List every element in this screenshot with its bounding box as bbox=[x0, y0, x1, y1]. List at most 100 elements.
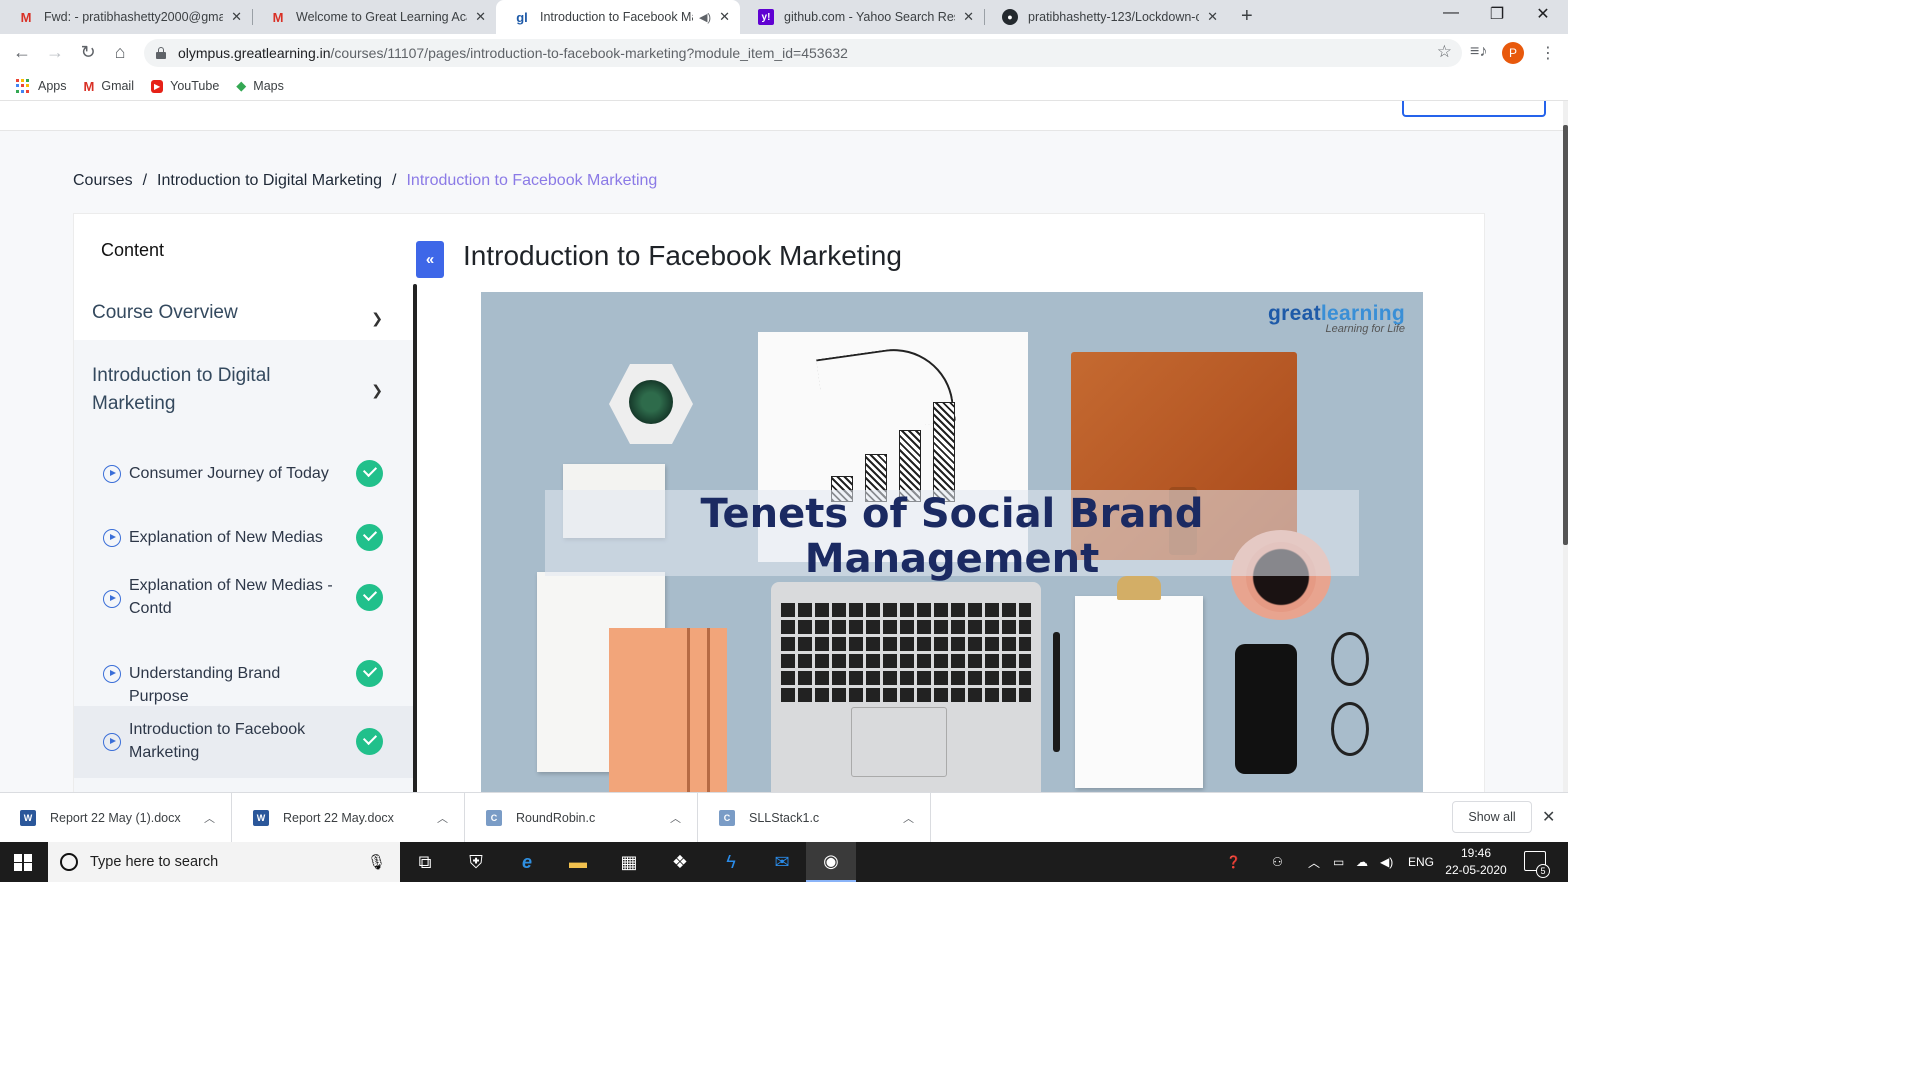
clock-time: 19:46 bbox=[1460, 846, 1492, 860]
close-tab-icon[interactable]: ✕ bbox=[1207, 9, 1218, 25]
forward-icon[interactable]: → bbox=[44, 42, 66, 63]
glasses-image bbox=[1331, 702, 1369, 756]
greatlearning-logo: greatlearning Learning for Life bbox=[1268, 302, 1405, 335]
lesson-item[interactable]: Consumer Journey of Today bbox=[74, 450, 413, 498]
chevron-down-icon[interactable]: ❯ bbox=[371, 304, 383, 332]
breadcrumb-courses[interactable]: Courses bbox=[73, 172, 133, 190]
collapse-sidebar-button[interactable]: « bbox=[416, 241, 444, 278]
video-slide[interactable]: Tenets of Social Brand Management greatl… bbox=[481, 292, 1423, 792]
tab-facebook-marketing[interactable]: gl Introduction to Facebook Ma ◀) ✕ bbox=[496, 0, 740, 34]
lesson-item[interactable]: Explanation of New Medias bbox=[74, 514, 413, 562]
tab-yahoo-search[interactable]: y! github.com - Yahoo Search Resul ✕ bbox=[740, 0, 984, 34]
download-item[interactable]: W Report 22 May (1).docx ︿ bbox=[0, 793, 232, 843]
chevron-up-icon[interactable]: ︿ bbox=[437, 810, 448, 826]
chevron-up-icon[interactable]: ❯ bbox=[371, 376, 383, 404]
minimize-icon[interactable]: — bbox=[1428, 4, 1474, 22]
greatlearning-icon: gl bbox=[516, 9, 528, 25]
logo-brand-accent: learning bbox=[1320, 302, 1405, 325]
browser-tab-strip: M Fwd: - pratibhashetty2000@gma ✕ M Welc… bbox=[0, 0, 1568, 34]
lesson-item-active[interactable]: Introduction to Facebook Marketing bbox=[74, 706, 413, 778]
cortana-icon[interactable] bbox=[60, 853, 78, 871]
succulent-image bbox=[629, 380, 673, 424]
speaker-icon[interactable]: ◀) bbox=[699, 11, 711, 24]
show-hidden-icons-icon[interactable]: ︿ bbox=[1308, 842, 1320, 882]
taskbar-search-box[interactable]: Type here to search 🎙 bbox=[48, 842, 400, 882]
tab-title: Introduction to Facebook Ma bbox=[540, 10, 693, 24]
network-icon[interactable]: ☁ bbox=[1356, 842, 1368, 882]
tab-title: Welcome to Great Learning Acad bbox=[296, 10, 468, 24]
yahoo-icon: y! bbox=[758, 9, 774, 25]
internet-explorer-icon[interactable]: e bbox=[502, 842, 552, 882]
address-bar[interactable]: olympus.greatlearning.in/courses/11107/p… bbox=[144, 39, 1462, 67]
chevron-up-icon[interactable]: ︿ bbox=[670, 810, 681, 826]
profile-avatar[interactable]: P bbox=[1502, 42, 1524, 64]
home-icon[interactable]: ⌂ bbox=[109, 42, 131, 63]
file-explorer-icon[interactable]: ▬ bbox=[553, 842, 603, 882]
close-tab-icon[interactable]: ✕ bbox=[231, 9, 242, 25]
bookmark-label: Gmail bbox=[101, 79, 134, 93]
close-tab-icon[interactable]: ✕ bbox=[475, 9, 486, 25]
close-tab-icon[interactable]: ✕ bbox=[719, 9, 730, 25]
bookmark-gmail[interactable]: M Gmail bbox=[84, 79, 135, 94]
windows-taskbar: Type here to search 🎙 ⧉ ⛨ e ▬ ▦ ❖ ϟ ✉ ◉ … bbox=[0, 842, 1568, 882]
logo-brand: great bbox=[1268, 302, 1321, 325]
chevron-up-icon[interactable]: ︿ bbox=[903, 810, 914, 826]
microphone-icon[interactable]: 🎙 bbox=[367, 853, 386, 871]
taskbar-clock[interactable]: 19:46 22-05-2020 bbox=[1440, 845, 1512, 879]
tab-title: github.com - Yahoo Search Resul bbox=[784, 10, 956, 24]
breadcrumb: Courses / Introduction to Digital Market… bbox=[73, 172, 657, 190]
bookmark-maps[interactable]: ◆ Maps bbox=[236, 78, 284, 94]
tab-gmail-fwd[interactable]: M Fwd: - pratibhashetty2000@gma ✕ bbox=[0, 0, 252, 34]
dropbox-icon[interactable]: ❖ bbox=[655, 842, 705, 882]
visual-studio-icon[interactable]: ϟ bbox=[706, 842, 756, 882]
mail-icon[interactable]: ✉ bbox=[757, 842, 807, 882]
lesson-item[interactable]: Understanding Brand Purpose bbox=[74, 650, 413, 705]
close-downloads-icon[interactable]: ✕ bbox=[1542, 807, 1555, 827]
download-item[interactable]: W Report 22 May.docx ︿ bbox=[233, 793, 465, 843]
volume-icon[interactable]: ◀) bbox=[1380, 842, 1393, 882]
battery-icon[interactable]: ▭ bbox=[1333, 842, 1344, 882]
bookmark-star-icon[interactable]: ☆ bbox=[1437, 42, 1452, 62]
phone-image bbox=[1235, 644, 1297, 774]
breadcrumb-separator: / bbox=[392, 172, 397, 189]
chrome-icon[interactable]: ◉ bbox=[806, 842, 856, 882]
downloads-bar: W Report 22 May (1).docx ︿ W Report 22 M… bbox=[0, 792, 1568, 843]
help-icon[interactable]: ❓ bbox=[1226, 842, 1241, 882]
close-window-icon[interactable]: ✕ bbox=[1520, 4, 1566, 24]
download-item[interactable]: C SLLStack1.c ︿ bbox=[699, 793, 931, 843]
lesson-item[interactable]: Explanation of New Medias - Contd bbox=[74, 566, 413, 632]
language-indicator[interactable]: ENG bbox=[1408, 842, 1434, 882]
media-control-icon[interactable]: ≡♪ bbox=[1470, 43, 1487, 61]
task-view-icon[interactable]: ⧉ bbox=[400, 842, 450, 882]
section-label: Course Overview bbox=[92, 302, 238, 323]
gmail-icon: M bbox=[83, 78, 95, 94]
page-scrollbar[interactable] bbox=[1563, 101, 1568, 792]
download-item[interactable]: C RoundRobin.c ︿ bbox=[466, 793, 698, 843]
tab-gmail-welcome[interactable]: M Welcome to Great Learning Acad ✕ bbox=[252, 0, 496, 34]
search-placeholder: Type here to search bbox=[90, 854, 219, 870]
show-all-button[interactable]: Show all bbox=[1452, 801, 1532, 833]
close-tab-icon[interactable]: ✕ bbox=[963, 9, 974, 25]
bookmark-apps[interactable]: Apps bbox=[16, 79, 67, 93]
sidebar-scrollbar[interactable] bbox=[413, 284, 417, 792]
section-label[interactable]: Introduction to Digital Marketing bbox=[92, 362, 322, 418]
content-card: Content Course Overview ❯ Introduction t… bbox=[73, 213, 1485, 792]
lock-icon[interactable] bbox=[156, 47, 166, 59]
breadcrumb-course[interactable]: Introduction to Digital Marketing bbox=[157, 172, 382, 190]
people-icon[interactable]: ⚇ bbox=[1272, 842, 1283, 882]
tab-github[interactable]: ● pratibhashetty-123/Lockdown-cc ✕ bbox=[984, 0, 1228, 34]
new-tab-icon[interactable]: + bbox=[1241, 5, 1253, 28]
bookmark-youtube[interactable]: ▶ YouTube bbox=[151, 79, 219, 93]
reload-icon[interactable]: ↻ bbox=[77, 42, 99, 63]
chevron-up-icon[interactable]: ︿ bbox=[204, 810, 215, 826]
header-button[interactable] bbox=[1402, 101, 1546, 117]
section-course-overview[interactable]: Course Overview ❯ bbox=[74, 294, 413, 338]
security-shield-icon[interactable]: ⛨ bbox=[451, 842, 501, 882]
gmail-icon: M bbox=[272, 9, 284, 25]
scrollbar-thumb[interactable] bbox=[1563, 125, 1568, 545]
back-icon[interactable]: ← bbox=[11, 42, 33, 63]
menu-kebab-icon[interactable]: ⋮ bbox=[1540, 43, 1556, 63]
restore-icon[interactable]: ❐ bbox=[1474, 4, 1520, 24]
microsoft-store-icon[interactable]: ▦ bbox=[604, 842, 654, 882]
windows-start-icon[interactable] bbox=[14, 854, 32, 871]
